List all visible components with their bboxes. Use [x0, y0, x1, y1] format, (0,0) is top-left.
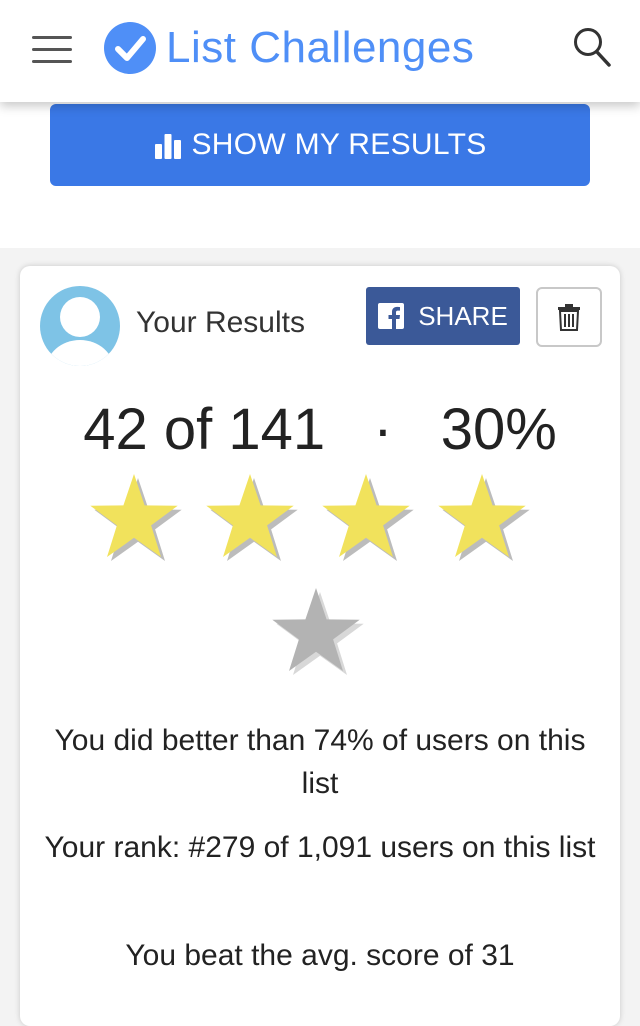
search-icon[interactable] [572, 26, 612, 68]
star-icon-2 [206, 474, 298, 561]
check-circle-icon [104, 22, 156, 74]
show-my-results-button[interactable]: SHOW MY RESULTS [50, 104, 590, 186]
delete-results-button[interactable] [536, 287, 602, 347]
percent-complete: 30% [440, 397, 557, 462]
site-title: List Challenges [166, 23, 475, 72]
rank-message: Your rank: #279 of 1,091 users on this l… [44, 831, 596, 864]
hamburger-menu-icon[interactable] [32, 36, 72, 64]
star-icon-4 [438, 474, 530, 561]
facebook-share-button[interactable]: SHARE [366, 287, 520, 345]
average-score-message: You beat the avg. score of 31 [125, 939, 515, 972]
star-icon-3 [322, 474, 414, 561]
results-card: Your Results SHARE 42 of 141 · 30% You d… [20, 266, 620, 1026]
star-rating [20, 468, 620, 698]
top-navigation-bar: List Challenges [0, 0, 640, 102]
bar-chart-icon [155, 134, 182, 159]
site-logo[interactable]: List Challenges [104, 20, 474, 76]
score-summary: 42 of 141 · 30% [20, 396, 620, 463]
share-label: SHARE [418, 300, 508, 331]
separator-dot: · [373, 397, 393, 462]
star-icon-5 [272, 588, 364, 675]
trash-icon [558, 304, 580, 331]
total-count: 141 [228, 397, 326, 462]
percentile-message: You did better than 74% of users on this… [54, 724, 586, 800]
of-word: of [163, 397, 213, 462]
show-my-results-label: SHOW MY RESULTS [191, 128, 487, 161]
user-avatar-icon [40, 286, 120, 366]
your-results-heading: Your Results [136, 306, 305, 339]
checked-count: 42 [83, 397, 148, 462]
facebook-icon [378, 303, 405, 329]
star-icon-1 [90, 474, 182, 561]
